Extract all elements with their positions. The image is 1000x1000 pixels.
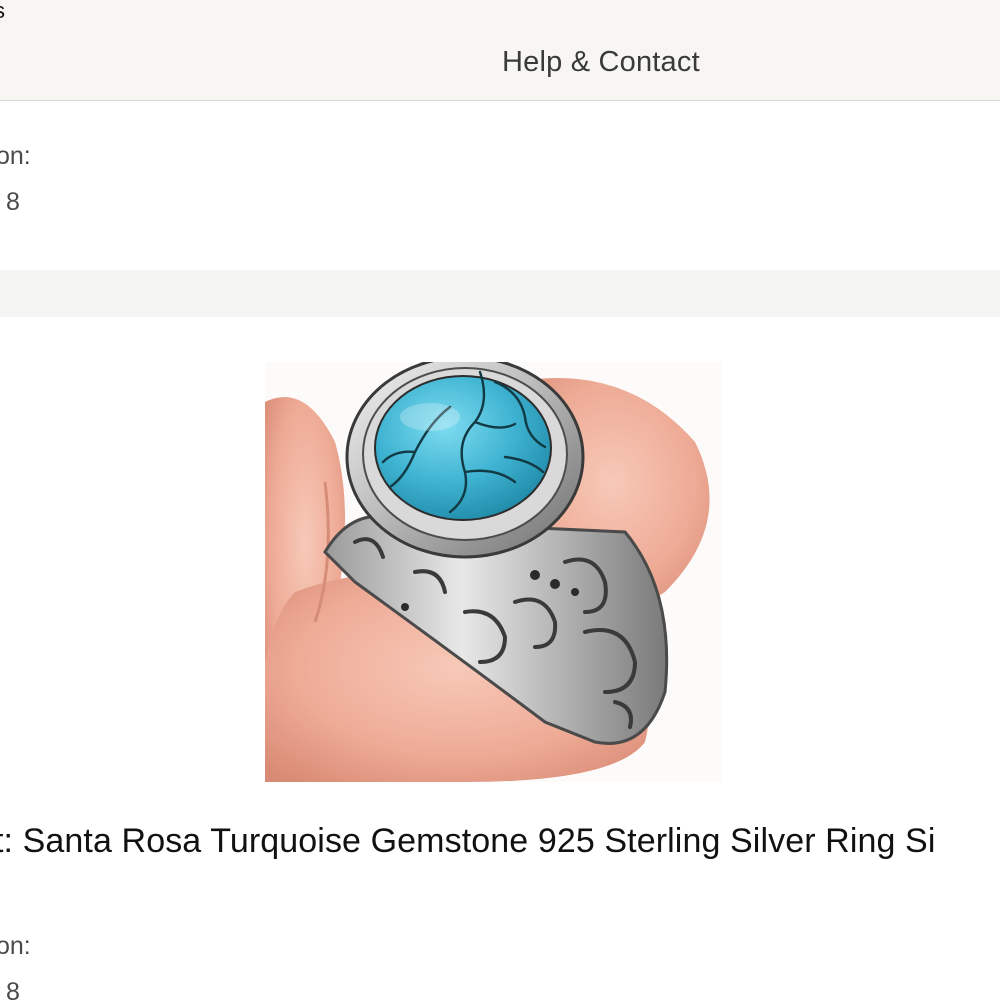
page: s Help & Contact on: 8 <box>0 0 1000 1000</box>
product-image[interactable] <box>265 362 721 782</box>
section-separator <box>0 270 1000 317</box>
top-header-bar: s Help & Contact <box>0 0 1000 101</box>
help-contact-link[interactable]: Help & Contact <box>502 46 700 79</box>
item-1-condition-label: on: <box>0 142 31 170</box>
item-2-condition-value: 8 <box>6 978 20 1000</box>
item-2-title-link[interactable]: t: Santa Rosa Turquoise Gemstone 925 Ste… <box>0 822 935 861</box>
item-2-condition-label: on: <box>0 932 31 960</box>
item-1-condition-value: 8 <box>6 188 20 216</box>
turquoise-ring-photo <box>265 362 721 782</box>
header-corner-text: s <box>0 0 5 24</box>
